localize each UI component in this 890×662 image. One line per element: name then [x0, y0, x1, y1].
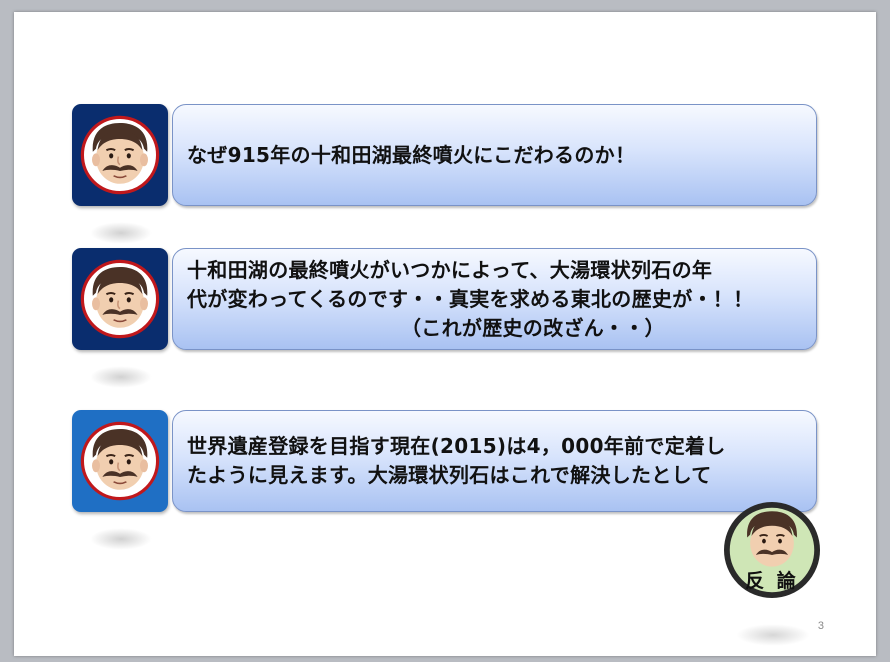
avatar-tile: [72, 104, 168, 206]
speech-bubble: 十和田湖の最終噴火がいつかによって、大湯環状列石の年 代が変わってくるのです・・…: [172, 248, 817, 350]
rebuttal-badge: 反 論: [724, 502, 820, 598]
rebuttal-label: 反 論: [745, 570, 799, 592]
mustache-man-avatar-icon: [80, 259, 160, 339]
avatar-tile: [72, 248, 168, 350]
speech-line: 代が変わってくるのです・・真実を求める東北の歴史が・！！: [187, 286, 754, 311]
speech-line: 世界遺産登録を目指す現在(2015)は4，000年前で定着し: [187, 434, 726, 458]
speech-text: 世界遺産登録を目指す現在(2015)は4，000年前で定着し たように見えます。…: [187, 432, 726, 490]
avatar-tile: [72, 410, 168, 512]
speech-row: 世界遺産登録を目指す現在(2015)は4，000年前で定着し たように見えます。…: [72, 410, 817, 550]
speech-line: 十和田湖の最終噴火がいつかによって、大湯環状列石の年: [187, 257, 713, 282]
speech-text: 十和田湖の最終噴火がいつかによって、大湯環状列石の年 代が変わってくるのです・・…: [187, 256, 753, 343]
avatar-shadow: [90, 528, 152, 550]
avatar-shadow: [90, 366, 152, 388]
mustache-man-avatar-icon: [80, 421, 160, 501]
speech-text: なぜ915年の十和田湖最終噴火にこだわるのか！: [187, 141, 635, 170]
avatar-shadow: [90, 222, 152, 244]
speech-line: なぜ915年の十和田湖最終噴火にこだわるのか！: [187, 142, 636, 167]
speech-row: なぜ915年の十和田湖最終噴火にこだわるのか！: [72, 104, 817, 244]
rebuttal-shadow: [736, 624, 810, 646]
speech-line: （これが歴史の改ざん・・）: [401, 315, 665, 340]
mustache-man-avatar-icon: [80, 115, 160, 195]
speech-row: 十和田湖の最終噴火がいつかによって、大湯環状列石の年 代が変わってくるのです・・…: [72, 248, 817, 388]
slide: なぜ915年の十和田湖最終噴火にこだわるのか！ 十和田湖の最終噴火がいつかによっ…: [14, 12, 876, 656]
speech-bubble: なぜ915年の十和田湖最終噴火にこだわるのか！: [172, 104, 817, 206]
page-number: 3: [817, 620, 824, 632]
speech-line: たように見えます。大湯環状列石はこれで解決したとして: [187, 463, 712, 487]
speech-bubble: 世界遺産登録を目指す現在(2015)は4，000年前で定着し たように見えます。…: [172, 410, 817, 512]
